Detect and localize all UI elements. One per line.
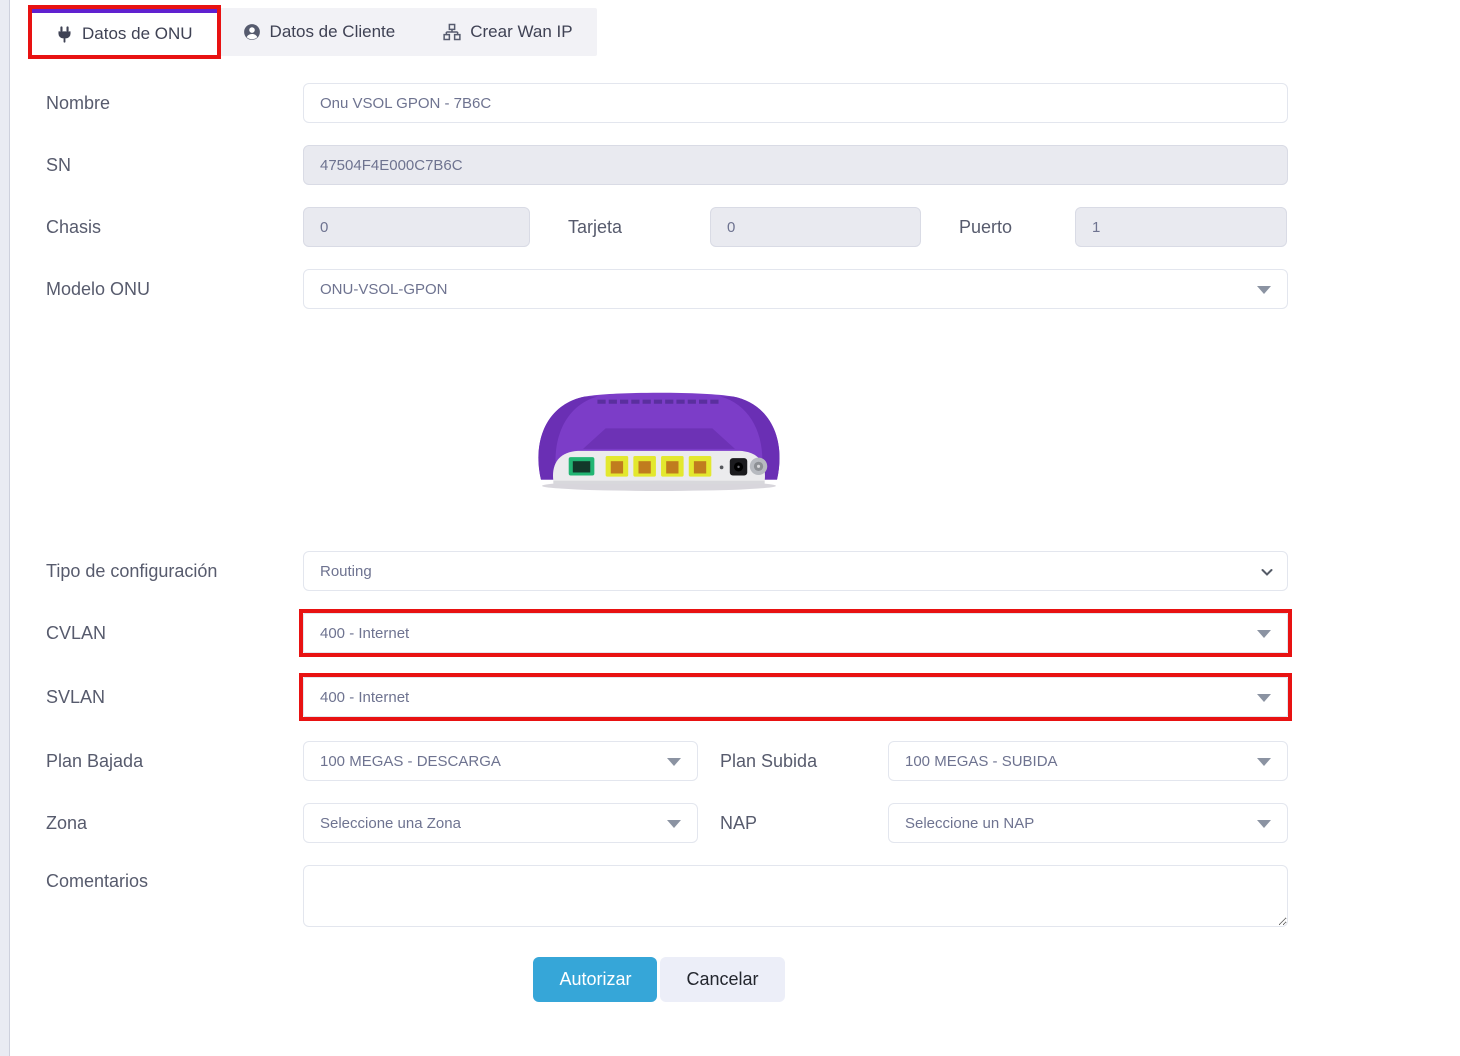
tab-datos-de-onu[interactable]: Datos de ONU: [32, 9, 217, 55]
comentarios-textarea[interactable]: [303, 865, 1288, 927]
zona-select[interactable]: Seleccione una Zona: [303, 803, 698, 843]
annotation-box-active-tab: Datos de ONU: [28, 5, 221, 59]
chasis-label: Chasis: [30, 217, 303, 238]
form-row-zona-nap: Zona Seleccione una Zona NAP Seleccione …: [30, 803, 1288, 843]
chasis-field-group: Tarjeta Puerto: [303, 207, 1288, 247]
form-row-nombre: Nombre: [30, 83, 1288, 123]
puerto-input: [1075, 207, 1287, 247]
cvlan-value: 400 - Internet: [320, 625, 409, 642]
cvlan-label: CVLAN: [30, 623, 303, 644]
annotation-box-cvlan: 400 - Internet: [299, 609, 1292, 657]
plan-subida-value: 100 MEGAS - SUBIDA: [905, 753, 1058, 770]
form-row-cvlan: CVLAN 400 - Internet: [30, 613, 1288, 653]
cvlan-select[interactable]: 400 - Internet: [303, 613, 1288, 653]
annotation-box-svlan: 400 - Internet: [299, 673, 1292, 721]
sn-label: SN: [30, 155, 303, 176]
plan-bajada-label: Plan Bajada: [30, 751, 303, 772]
form-row-modelo-onu: Modelo ONU ONU-VSOL-GPON: [30, 269, 1288, 309]
tab-label: Crear Wan IP: [470, 22, 572, 42]
tipo-configuracion-label: Tipo de configuración: [30, 561, 303, 582]
tab-label: Datos de Cliente: [270, 22, 396, 42]
svlan-value: 400 - Internet: [320, 689, 409, 706]
chasis-input: [303, 207, 530, 247]
sn-input: [303, 145, 1288, 185]
authorize-onu-form-page: Datos de ONU Datos de Cliente: [0, 0, 1460, 1016]
plan-bajada-select[interactable]: 100 MEGAS - DESCARGA: [303, 741, 698, 781]
plan-field-group: 100 MEGAS - DESCARGA Plan Subida 100 MEG…: [303, 741, 1288, 781]
nombre-input[interactable]: [303, 83, 1288, 123]
tipo-configuracion-select[interactable]: Routing: [303, 551, 1288, 591]
puerto-label: Puerto: [921, 217, 1075, 238]
zona-label: Zona: [30, 813, 303, 834]
modelo-onu-value: ONU-VSOL-GPON: [320, 281, 448, 298]
svlan-select[interactable]: 400 - Internet: [303, 677, 1288, 717]
autorizar-button[interactable]: Autorizar: [533, 957, 657, 1002]
tab-crear-wan-ip[interactable]: Crear Wan IP: [419, 8, 596, 56]
form-row-planes: Plan Bajada 100 MEGAS - DESCARGA Plan Su…: [30, 741, 1288, 781]
tab-datos-de-cliente[interactable]: Datos de Cliente: [219, 8, 420, 56]
modelo-onu-select[interactable]: ONU-VSOL-GPON: [303, 269, 1288, 309]
tabbar: Datos de ONU Datos de Cliente: [30, 8, 597, 56]
tab-label: Datos de ONU: [82, 24, 193, 44]
nap-value: Seleccione un NAP: [905, 815, 1034, 832]
form-row-sn: SN: [30, 145, 1288, 185]
plug-icon: [56, 26, 73, 43]
svlan-label: SVLAN: [30, 687, 303, 708]
form-row-comentarios: Comentarios: [30, 865, 1288, 927]
page-left-gutter: [0, 0, 10, 1056]
onu-device-image: [30, 375, 1288, 493]
comentarios-label: Comentarios: [30, 871, 303, 892]
zona-field-group: Seleccione una Zona NAP Seleccione un NA…: [303, 803, 1288, 843]
sitemap-icon: [443, 23, 461, 41]
nap-select[interactable]: Seleccione un NAP: [888, 803, 1288, 843]
nombre-label: Nombre: [30, 93, 303, 114]
chevron-down-icon: [1259, 564, 1275, 584]
cancelar-button[interactable]: Cancelar: [660, 957, 784, 1002]
form-row-chasis-tarjeta-puerto: Chasis Tarjeta Puerto: [30, 207, 1288, 247]
tarjeta-input: [710, 207, 921, 247]
dropdown-arrow-icon: [1257, 286, 1271, 294]
modelo-onu-label: Modelo ONU: [30, 279, 303, 300]
tarjeta-label: Tarjeta: [530, 217, 710, 238]
form-actions: Autorizar Cancelar: [30, 957, 1288, 1002]
nap-label: NAP: [698, 813, 888, 834]
plan-bajada-value: 100 MEGAS - DESCARGA: [320, 753, 501, 770]
onu-data-form: Nombre SN Chasis Tarjeta Puerto Modelo O…: [30, 83, 1288, 1002]
tipo-configuracion-value: Routing: [320, 563, 372, 580]
dropdown-arrow-icon: [667, 820, 681, 828]
plan-subida-label: Plan Subida: [698, 751, 888, 772]
user-circle-icon: [243, 23, 261, 41]
form-row-tipo-configuracion: Tipo de configuración Routing: [30, 551, 1288, 591]
zona-value: Seleccione una Zona: [320, 815, 461, 832]
dropdown-arrow-icon: [1257, 694, 1271, 702]
form-row-svlan: SVLAN 400 - Internet: [30, 677, 1288, 717]
dropdown-arrow-icon: [667, 758, 681, 766]
dropdown-arrow-icon: [1257, 630, 1271, 638]
dropdown-arrow-icon: [1257, 820, 1271, 828]
dropdown-arrow-icon: [1257, 758, 1271, 766]
plan-subida-select[interactable]: 100 MEGAS - SUBIDA: [888, 741, 1288, 781]
